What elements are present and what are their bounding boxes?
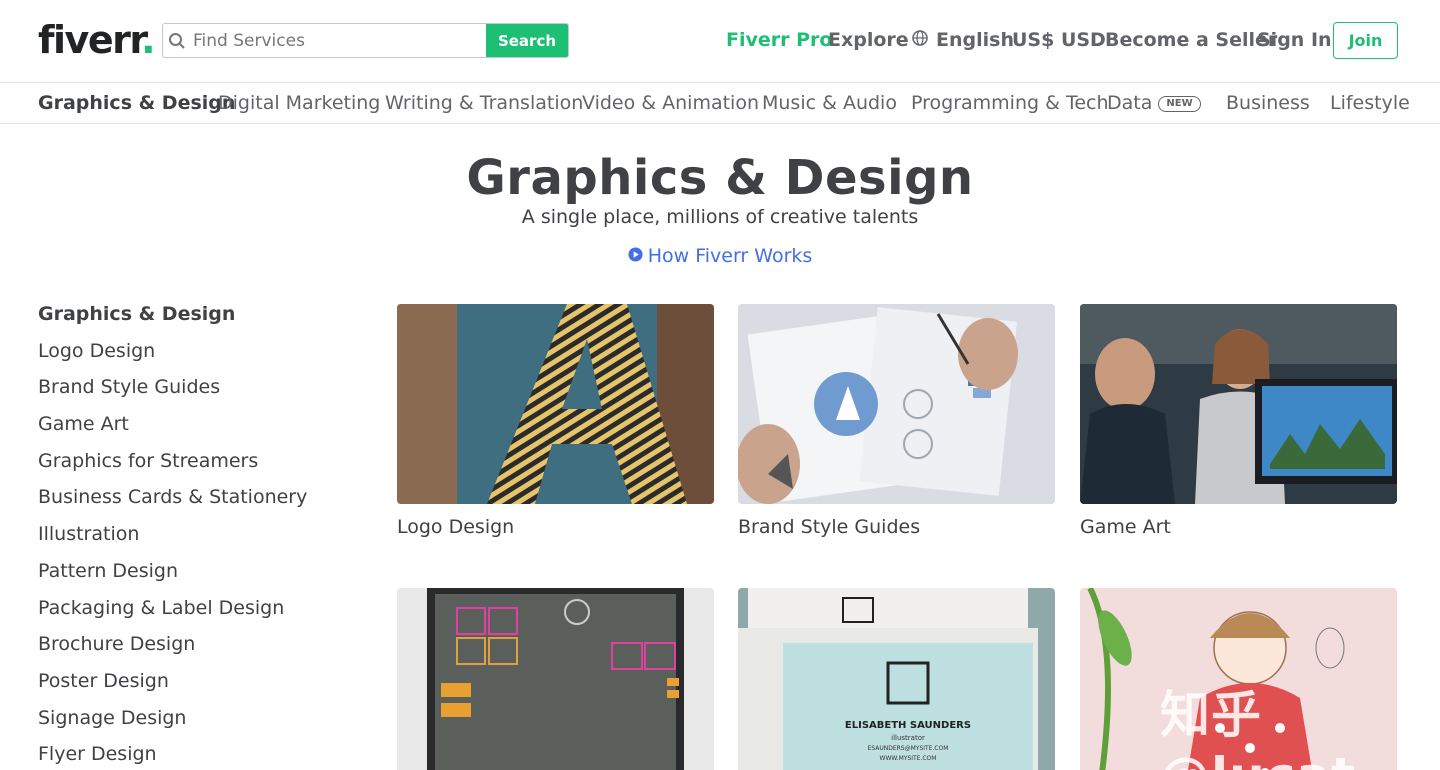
category-video-animation[interactable]: Video & Animation bbox=[582, 90, 759, 116]
watermark: 知乎 @lucat bbox=[1160, 686, 1355, 770]
category-lifestyle[interactable]: Lifestyle bbox=[1330, 90, 1410, 116]
card-graphics-for-streamers[interactable] bbox=[397, 588, 714, 770]
category-business[interactable]: Business bbox=[1226, 90, 1310, 116]
sidebar-item-packaging-label[interactable]: Packaging & Label Design bbox=[38, 594, 358, 631]
search-icon bbox=[163, 24, 191, 57]
card-label: Brand Style Guides bbox=[738, 516, 921, 538]
sidebar-item-flyer-design[interactable]: Flyer Design bbox=[38, 740, 358, 770]
explore-link[interactable]: Explore bbox=[828, 26, 909, 54]
logo-design-image bbox=[397, 304, 714, 504]
join-button[interactable]: Join bbox=[1333, 22, 1398, 59]
sidebar-item-game-art[interactable]: Game Art bbox=[38, 410, 358, 447]
card-label: Game Art bbox=[1080, 516, 1171, 538]
sidebar-item-pattern-design[interactable]: Pattern Design bbox=[38, 557, 358, 594]
page-title: Graphics & Design bbox=[466, 150, 974, 206]
category-menu: Graphics & Design Digital Marketing Writ… bbox=[0, 82, 1440, 124]
top-header: fiverr. Search Fiverr Pro Explore Englis… bbox=[0, 0, 1440, 82]
how-fiverr-works-label: How Fiverr Works bbox=[647, 245, 813, 267]
play-icon bbox=[628, 243, 643, 269]
sidebar-item-brand-style-guides[interactable]: Brand Style Guides bbox=[38, 373, 358, 410]
page-subtitle: A single place, millions of creative tal… bbox=[521, 206, 919, 228]
sidebar-item-signage-design[interactable]: Signage Design bbox=[38, 704, 358, 741]
subcategory-sidebar: Graphics & Design Logo Design Brand Styl… bbox=[38, 300, 358, 770]
card-business-cards[interactable]: ELISABETH SAUNDERS illustrator ESAUNDERS… bbox=[738, 588, 1055, 770]
category-data[interactable]: Data NEW bbox=[1107, 90, 1201, 116]
business-card-name: ELISABETH SAUNDERS bbox=[845, 720, 971, 731]
search-bar: Search bbox=[162, 23, 569, 58]
category-music-audio[interactable]: Music & Audio bbox=[762, 90, 897, 116]
business-card-role: illustrator bbox=[891, 734, 925, 742]
become-seller-link[interactable]: Become a Seller bbox=[1105, 26, 1277, 54]
brand-style-guides-image bbox=[738, 304, 1055, 504]
how-fiverr-works-link[interactable]: How Fiverr Works bbox=[0, 243, 1440, 269]
business-card-site: WWW.MYSITE.COM bbox=[880, 755, 937, 762]
new-badge: NEW bbox=[1158, 96, 1201, 112]
category-writing-translation[interactable]: Writing & Translation bbox=[385, 90, 583, 116]
card-brand-style-guides[interactable]: Brand Style Guides bbox=[738, 304, 1055, 540]
sidebar-item-illustration[interactable]: Illustration bbox=[38, 520, 358, 557]
sidebar-item-logo-design[interactable]: Logo Design bbox=[38, 337, 358, 374]
streamers-image bbox=[397, 588, 714, 770]
game-art-image bbox=[1080, 304, 1397, 504]
business-card-email: ESAUNDERS@MYSITE.COM bbox=[868, 745, 949, 752]
card-label: Logo Design bbox=[397, 516, 515, 538]
language-selector[interactable]: English bbox=[912, 26, 1014, 54]
category-programming-tech[interactable]: Programming & Tech bbox=[911, 90, 1109, 116]
search-button[interactable]: Search bbox=[486, 24, 568, 57]
card-logo-design[interactable]: Logo Design bbox=[397, 304, 714, 540]
card-game-art[interactable]: Game Art bbox=[1080, 304, 1397, 540]
sidebar-item-graphics-for-streamers[interactable]: Graphics for Streamers bbox=[38, 447, 358, 484]
search-input[interactable] bbox=[191, 24, 486, 57]
business-cards-image: ELISABETH SAUNDERS illustrator ESAUNDERS… bbox=[738, 588, 1055, 770]
sidebar-heading[interactable]: Graphics & Design bbox=[38, 300, 358, 337]
category-data-label: Data bbox=[1107, 92, 1153, 114]
sidebar-item-brochure-design[interactable]: Brochure Design bbox=[38, 630, 358, 667]
language-label: English bbox=[936, 29, 1014, 51]
sign-in-link[interactable]: Sign In bbox=[1257, 26, 1332, 54]
fiverr-logo[interactable]: fiverr. bbox=[38, 20, 156, 60]
sidebar-item-business-cards[interactable]: Business Cards & Stationery bbox=[38, 483, 358, 520]
sidebar-item-poster-design[interactable]: Poster Design bbox=[38, 667, 358, 704]
fiverr-pro-link[interactable]: Fiverr Pro bbox=[726, 26, 832, 54]
currency-selector[interactable]: US$ USD bbox=[1012, 26, 1106, 54]
category-digital-marketing[interactable]: Digital Marketing bbox=[218, 90, 380, 116]
globe-icon bbox=[912, 26, 928, 54]
category-graphics-design[interactable]: Graphics & Design bbox=[38, 90, 235, 116]
